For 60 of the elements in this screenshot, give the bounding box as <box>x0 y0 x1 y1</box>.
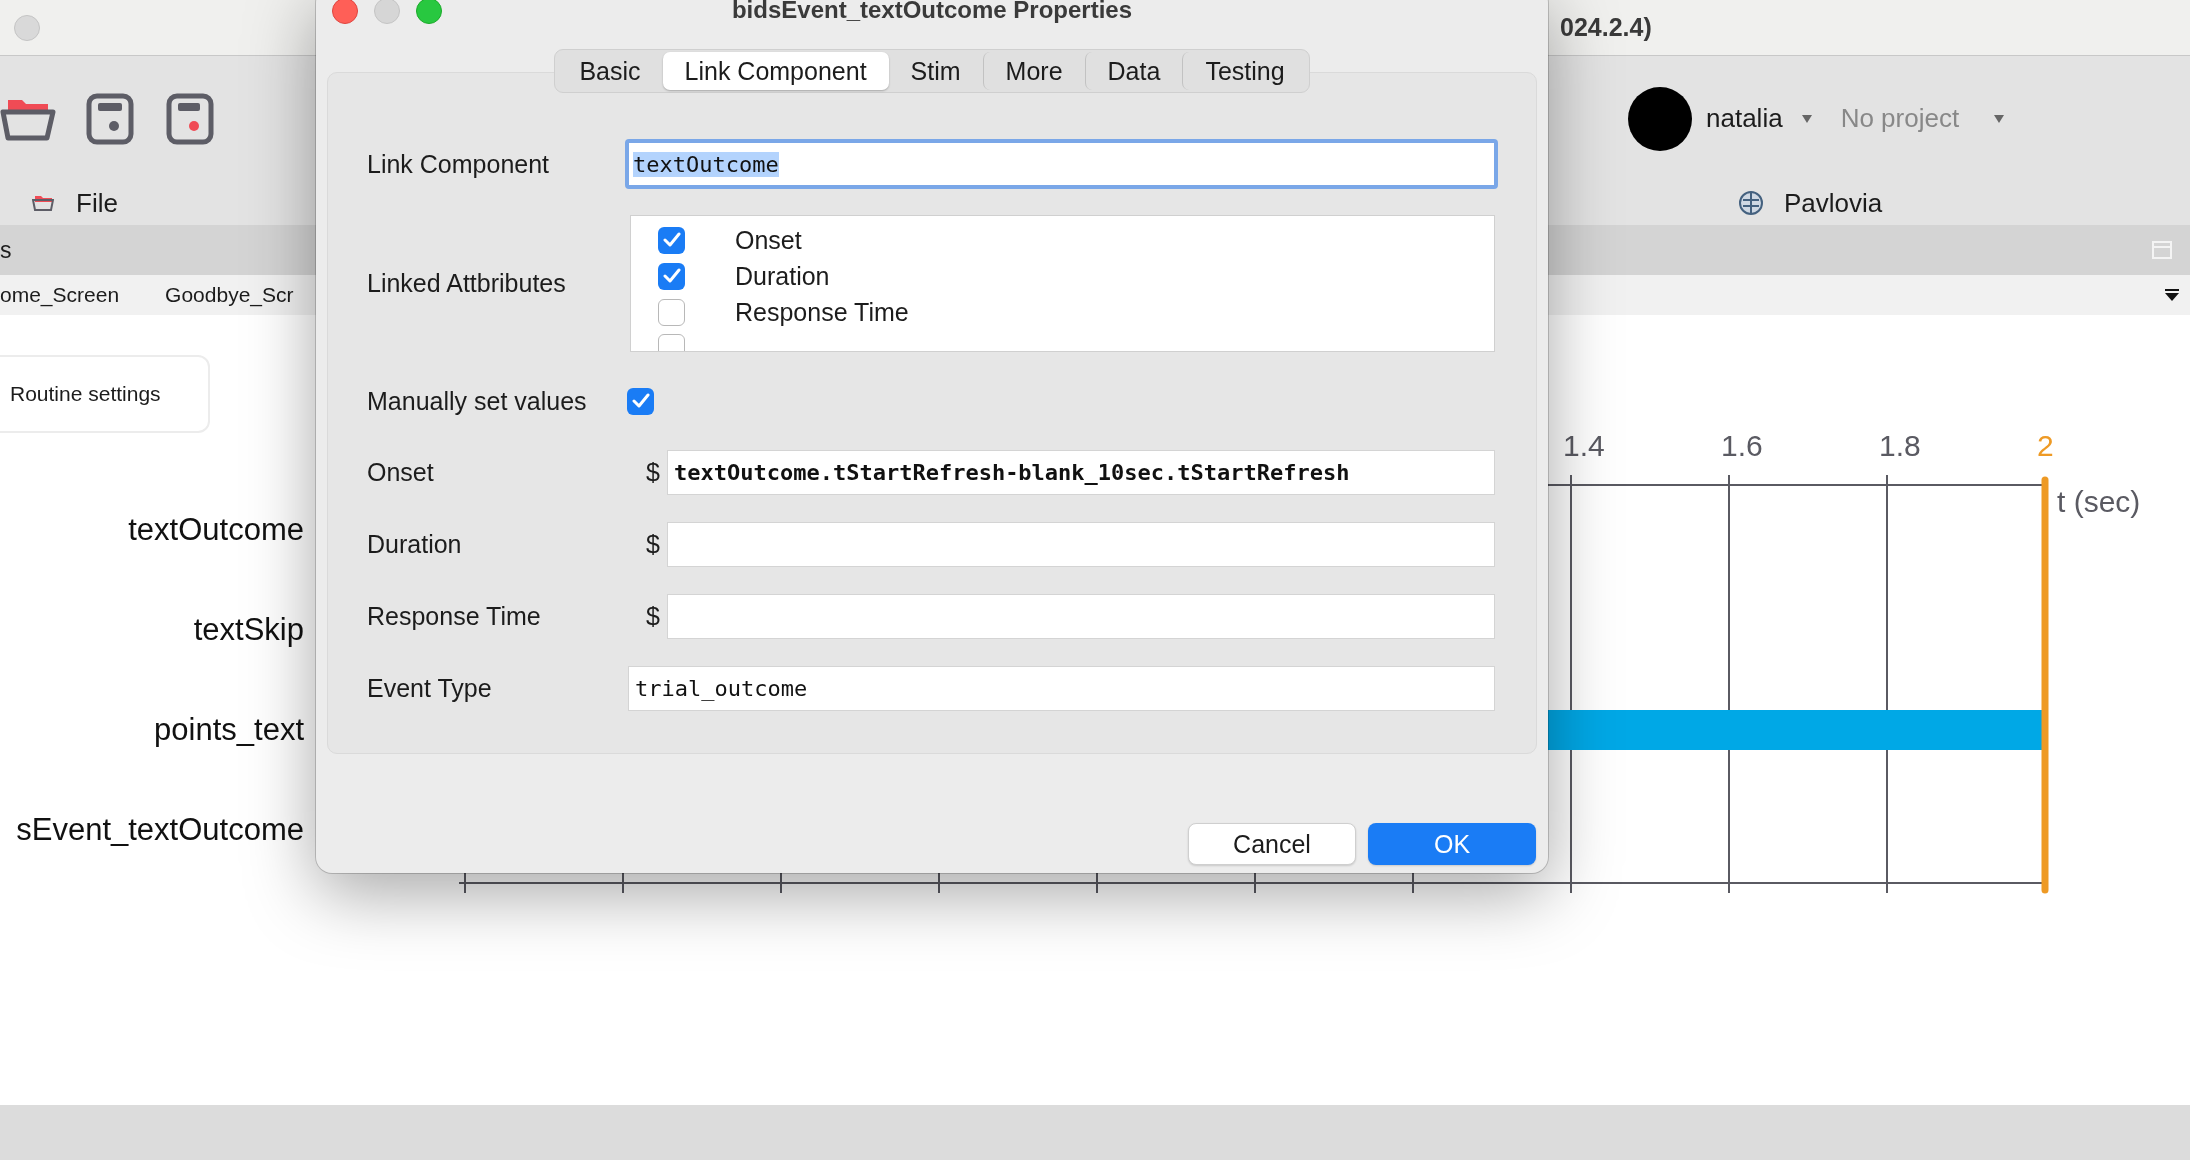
input-field[interactable]: textOutcome.tStartRefresh-blank_10sec.tStartRefresh <box>667 450 1495 495</box>
tab[interactable]: Link Component <box>662 52 889 90</box>
checkmark-icon <box>662 268 681 284</box>
dropdown-caret-icon[interactable] <box>1993 113 2006 124</box>
field-label: Linked Attbributes <box>367 269 567 298</box>
field-label: Duration <box>367 530 463 559</box>
field-label: Link Component <box>367 149 551 179</box>
folder-icon[interactable] <box>32 195 54 211</box>
window-title: 024.2.4) <box>1560 13 1652 42</box>
zoom-button[interactable] <box>416 0 442 24</box>
ok-button[interactable]: OK <box>1368 823 1536 865</box>
dollar-sign: $ <box>645 458 661 487</box>
dropdown-icon[interactable] <box>2164 288 2180 302</box>
panel-title: s <box>0 236 12 264</box>
dollar-sign: $ <box>645 602 661 631</box>
tick-label: 1.4 <box>1563 429 1605 462</box>
component-label[interactable]: textOutcome <box>128 480 304 580</box>
tab[interactable]: Stim <box>888 52 983 90</box>
tab[interactable]: Testing <box>1182 52 1307 90</box>
file-menu[interactable]: File <box>76 187 118 219</box>
pavlovia-menu[interactable]: Pavlovia <box>1784 187 1883 219</box>
checkbox[interactable] <box>658 226 685 254</box>
cancel-button[interactable]: Cancel <box>1188 823 1356 865</box>
user-name[interactable]: natalia <box>1706 103 1783 134</box>
input-field[interactable]: trial_outcome <box>628 666 1495 711</box>
input-field[interactable] <box>667 594 1495 639</box>
field-label: Event Type <box>367 674 493 703</box>
tab[interactable]: Data <box>1084 52 1183 90</box>
link-component-field[interactable]: textOutcome <box>625 139 1498 189</box>
axis-label: t (sec) <box>2057 485 2141 518</box>
attribute-label[interactable]: Onset <box>735 225 802 255</box>
close-button[interactable] <box>332 0 358 24</box>
field-label: Onset <box>367 458 435 487</box>
tab[interactable]: Basic <box>557 52 663 90</box>
dropdown-caret-icon[interactable] <box>1800 113 1813 124</box>
routine-settings-button[interactable]: Routine settings <box>0 355 210 433</box>
tab[interactable]: More <box>982 52 1085 90</box>
field-label: Response Time <box>367 602 542 631</box>
checkmark-icon <box>662 232 681 248</box>
routine-tab[interactable]: Goodbye_Scr <box>165 283 294 307</box>
checkmark-icon <box>631 393 650 409</box>
component-label[interactable]: sEvent_textOutcome <box>16 780 304 880</box>
checkbox[interactable] <box>658 262 685 290</box>
checkbox[interactable] <box>627 387 654 415</box>
component-label[interactable]: points_text <box>154 680 304 780</box>
end-time-label: 2 <box>2037 429 2054 462</box>
component-label[interactable]: textSkip <box>193 580 304 680</box>
globe-icon[interactable] <box>1738 188 1764 218</box>
field-label: Manually set values <box>367 386 588 416</box>
save-as-icon[interactable] <box>166 92 214 145</box>
checkbox[interactable] <box>658 298 685 326</box>
attribute-label[interactable]: Duration <box>735 261 830 291</box>
save-icon[interactable] <box>86 92 134 145</box>
routine-tab[interactable]: ome_Screen <box>0 283 120 307</box>
tick-label: 1.6 <box>1721 429 1763 462</box>
attribute-label[interactable]: Response Time <box>735 297 909 327</box>
dialog-title: bidsEvent_textOutcome Properties <box>731 0 1133 24</box>
input-field[interactable] <box>667 522 1495 567</box>
dollar-sign: $ <box>645 530 661 559</box>
tick-label: 1.8 <box>1879 429 1921 462</box>
